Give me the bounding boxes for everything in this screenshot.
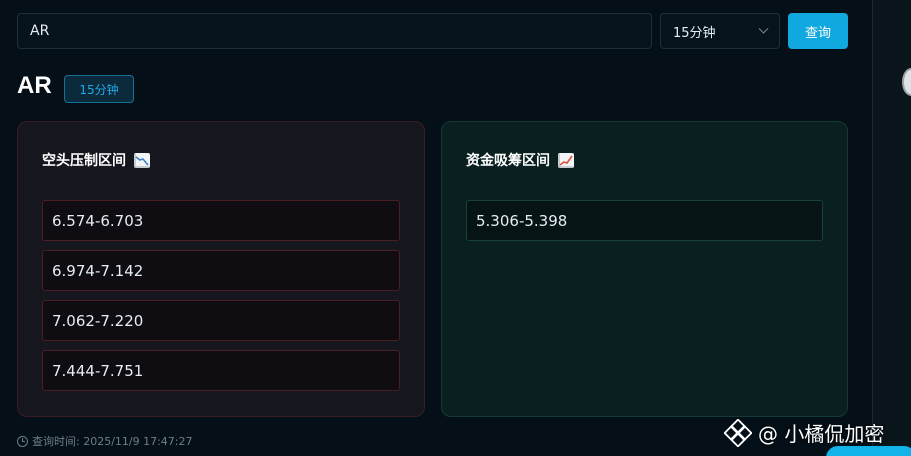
range-item: 6.574-6.703 bbox=[42, 200, 400, 241]
range-item: 6.974-7.142 bbox=[42, 250, 400, 291]
query-time-label: 查询时间: 2025/11/9 17:47:27 bbox=[32, 435, 193, 448]
watermark: @ 小橘侃加密 bbox=[724, 418, 884, 447]
short-pressure-title-label: 空头压制区间 bbox=[42, 153, 126, 169]
binance-logo-icon bbox=[724, 418, 752, 447]
right-side-strip bbox=[872, 0, 911, 456]
floating-action-button[interactable] bbox=[826, 446, 911, 456]
query-button[interactable]: 查询 bbox=[788, 13, 848, 49]
chart-increasing-icon bbox=[558, 152, 574, 168]
chart-decreasing-icon bbox=[134, 152, 150, 168]
watermark-text: @ 小橘侃加密 bbox=[758, 422, 885, 446]
interval-select-value: 15分钟 bbox=[673, 25, 716, 41]
interval-select[interactable]: 15分钟 bbox=[660, 13, 780, 49]
range-item: 7.062-7.220 bbox=[42, 300, 400, 341]
clock-icon bbox=[17, 435, 28, 447]
range-item: 5.306-5.398 bbox=[466, 200, 823, 241]
short-range-list: 6.574-6.703 6.974-7.142 7.062-7.220 7.444-7… bbox=[42, 200, 400, 400]
query-timestamp: 查询时间: 2025/11/9 17:47:27 bbox=[17, 433, 193, 449]
accumulation-card: 资金吸筹区间 5.306-5.398 bbox=[441, 121, 848, 417]
chevron-down-icon bbox=[758, 23, 769, 34]
short-pressure-card: 空头压制区间 6.574-6.703 6.974-7.142 7.062-7.220… bbox=[17, 121, 425, 417]
interval-badge: 15分钟 bbox=[64, 75, 134, 103]
short-pressure-card-title: 空头压制区间 bbox=[42, 150, 150, 170]
range-item: 7.444-7.751 bbox=[42, 350, 400, 391]
accumulation-title-label: 资金吸筹区间 bbox=[466, 153, 550, 169]
accumulation-card-title: 资金吸筹区间 bbox=[466, 150, 574, 170]
symbol-search-input[interactable] bbox=[17, 13, 652, 49]
accumulation-range-list: 5.306-5.398 bbox=[466, 200, 823, 250]
page-title: AR bbox=[17, 72, 52, 99]
